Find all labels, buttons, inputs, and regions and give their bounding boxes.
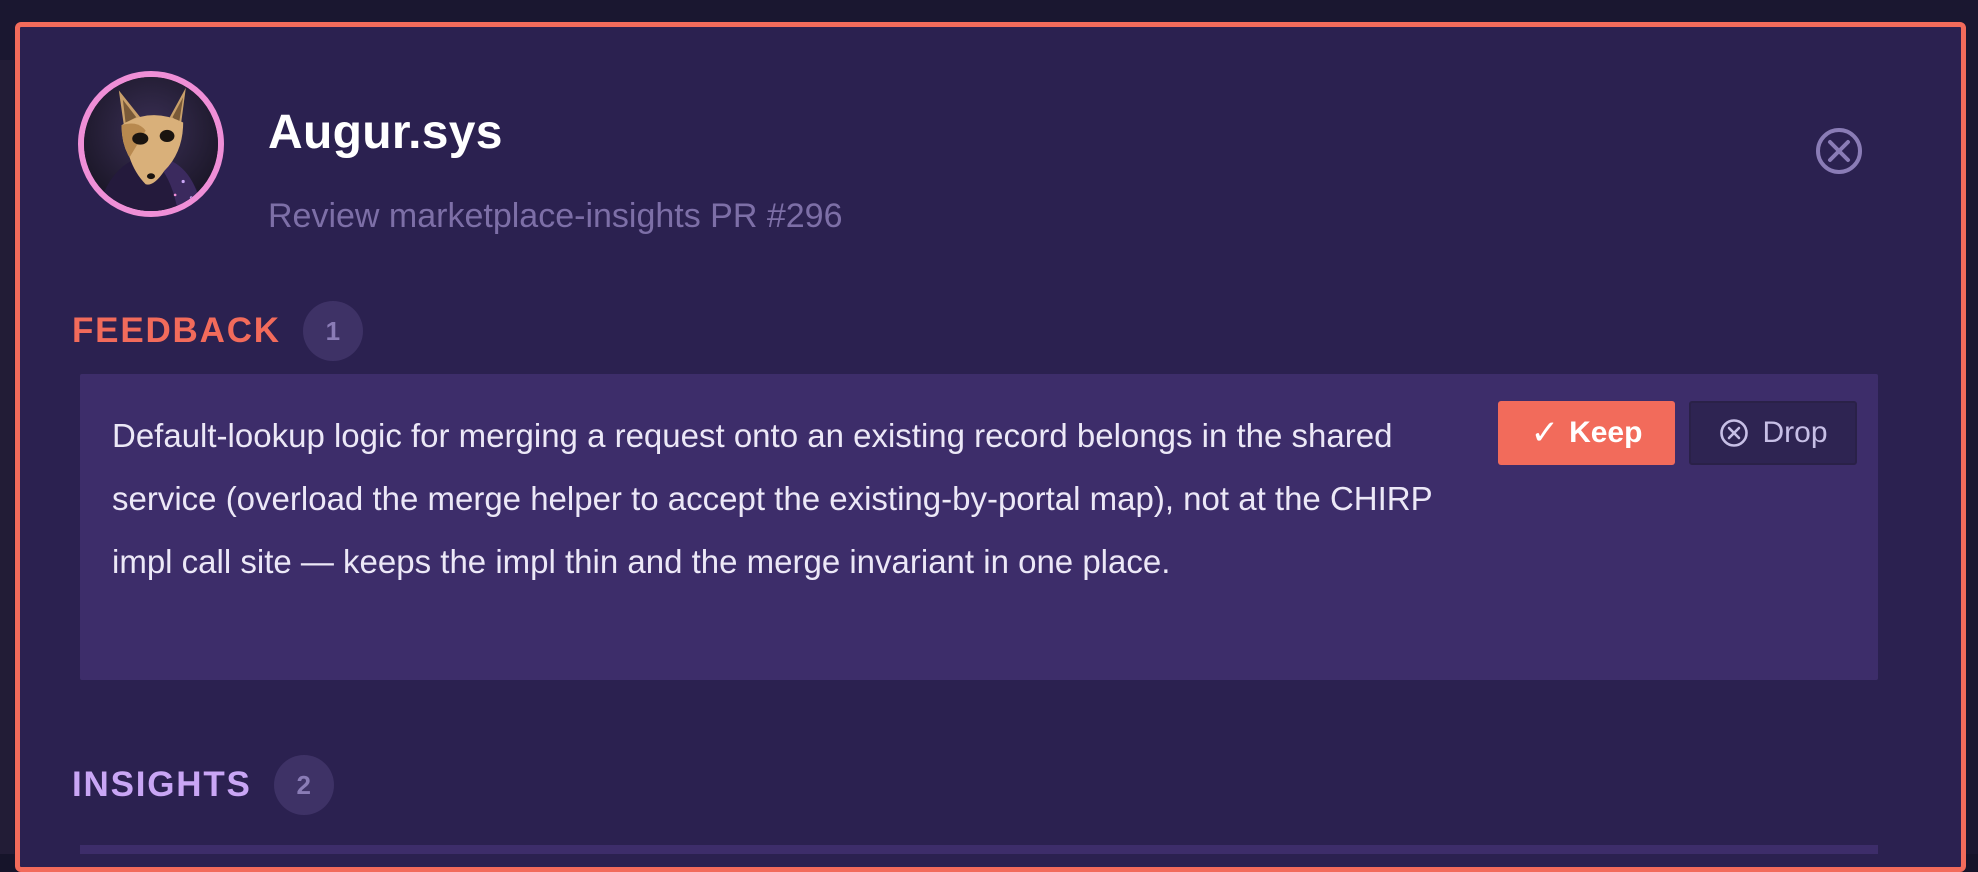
agent-avatar (78, 71, 224, 217)
insights-section-header: INSIGHTS 2 (72, 755, 334, 815)
close-circle-icon (1720, 419, 1749, 447)
insights-card (80, 845, 1878, 854)
background-column (0, 60, 14, 854)
drop-button[interactable]: Drop (1689, 401, 1857, 465)
checkmark-icon: ✓ (1530, 414, 1560, 452)
keep-button[interactable]: ✓ Keep (1498, 401, 1675, 465)
fox-mask-avatar-icon (84, 77, 218, 211)
review-subtitle: Review marketplace-insights PR #296 (268, 197, 843, 235)
insights-count-badge: 2 (273, 755, 334, 815)
drop-button-label: Drop (1762, 416, 1828, 449)
agent-name: Augur.sys (268, 106, 503, 159)
feedback-count-badge: 1 (302, 301, 363, 361)
feedback-item-text: Default-lookup logic for merging a reque… (112, 417, 1433, 580)
feedback-section-header: FEEDBACK 1 (72, 301, 363, 361)
keep-button-label: Keep (1569, 416, 1643, 449)
feedback-item: Default-lookup logic for merging a reque… (80, 374, 1878, 680)
close-circle-icon (1816, 128, 1862, 174)
feedback-section-title: FEEDBACK (72, 311, 281, 350)
close-button[interactable] (1813, 125, 1865, 177)
insights-section-title: INSIGHTS (72, 765, 252, 804)
